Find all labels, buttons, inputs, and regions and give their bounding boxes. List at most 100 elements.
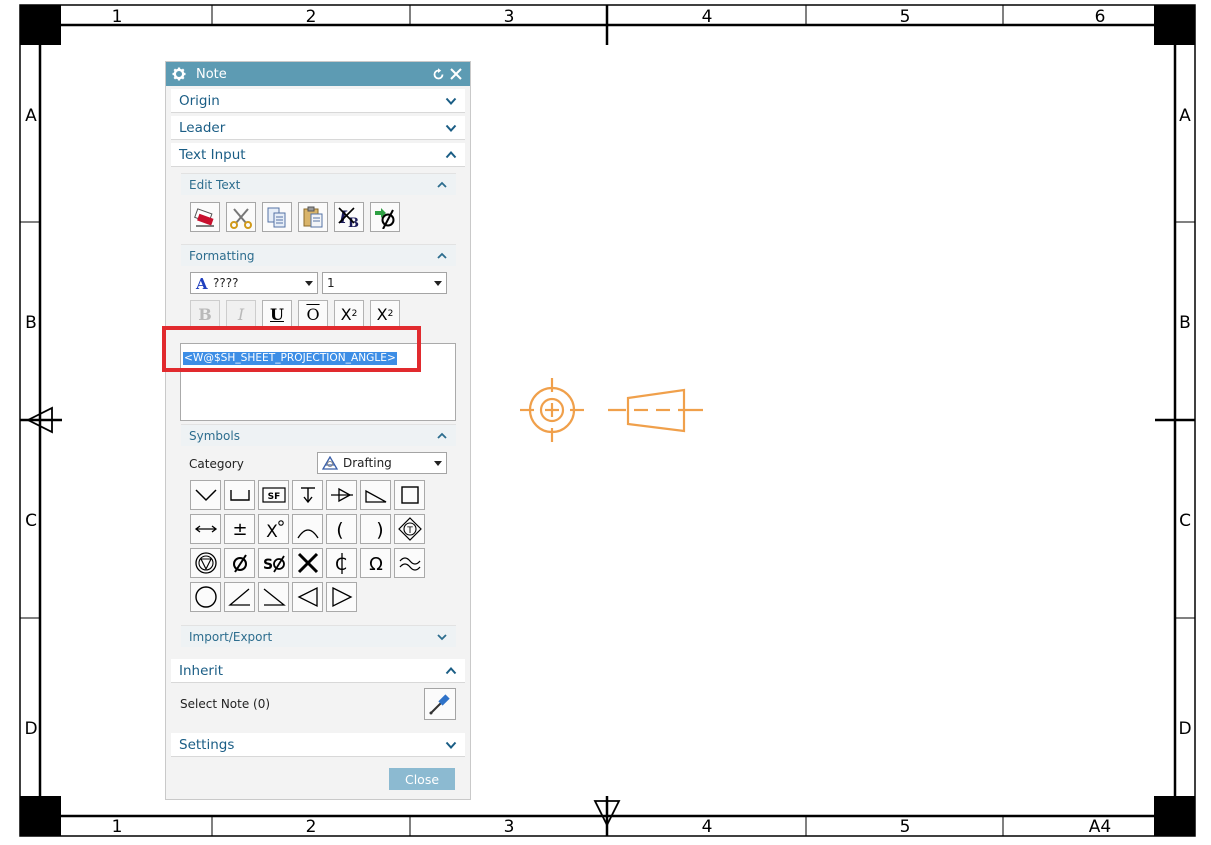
bottom-zone-4: 4: [702, 817, 713, 837]
subscript-button[interactable]: X2: [370, 300, 400, 328]
symbol-button[interactable]: T: [394, 514, 425, 544]
symbol-button[interactable]: Ω: [360, 548, 391, 578]
insert-symbol-button[interactable]: [370, 202, 400, 232]
subsection-edit-text-label: Edit Text: [189, 177, 241, 192]
symbol-button[interactable]: S: [258, 548, 289, 578]
chevron-up-icon: [437, 432, 447, 439]
symbol-button[interactable]: (: [326, 514, 357, 544]
section-settings-label: Settings: [179, 736, 235, 753]
dropdown-caret-icon: [305, 280, 313, 286]
top-zone-4: 4: [702, 7, 713, 27]
eyedropper-icon: [429, 694, 450, 715]
symbol-button[interactable]: [190, 582, 221, 612]
insert-symbol-icon: [375, 208, 395, 229]
left-zone-b: B: [25, 313, 37, 333]
dropdown-caret-icon: [434, 460, 442, 466]
approximately-icon: [399, 557, 420, 571]
note-dialog: Note Origin Leader Text Input Edit Text: [165, 61, 471, 800]
select-note-button[interactable]: [424, 688, 456, 720]
symbol-button[interactable]: ±: [224, 514, 255, 544]
section-origin-label: Origin: [179, 92, 220, 109]
symbol-button[interactable]: [224, 582, 255, 612]
section-text-input[interactable]: Text Input: [171, 143, 465, 167]
font-size-select[interactable]: 1: [322, 272, 447, 294]
clear-attributes-button[interactable]: I B: [334, 202, 364, 232]
dialog-title-bar[interactable]: Note: [166, 62, 470, 86]
top-zone-2: 2: [306, 7, 317, 27]
symbol-button[interactable]: [292, 548, 323, 578]
section-leader[interactable]: Leader: [171, 116, 465, 140]
triangle-left-icon: [297, 586, 318, 608]
superscript-mark: 2: [351, 309, 358, 319]
section-settings[interactable]: Settings: [171, 733, 465, 757]
symbol-button[interactable]: [190, 548, 221, 578]
erase-text-button[interactable]: [190, 202, 220, 232]
section-origin[interactable]: Origin: [171, 89, 465, 113]
bottom-zone-3: 3: [504, 817, 515, 837]
underline-button[interactable]: U: [262, 300, 292, 328]
symbol-button[interactable]: [394, 480, 425, 510]
svg-text:Ω: Ω: [369, 554, 383, 575]
chevron-down-icon: [437, 633, 447, 640]
font-size-value: 1: [327, 276, 335, 290]
symbol-button[interactable]: ): [360, 514, 391, 544]
reset-button[interactable]: [430, 66, 446, 82]
symbol-button[interactable]: [190, 480, 221, 510]
symbol-button[interactable]: [258, 582, 289, 612]
symbol-button[interactable]: SF: [258, 480, 289, 510]
symbol-button[interactable]: [326, 582, 357, 612]
category-select[interactable]: Drafting: [317, 452, 447, 474]
bold-button[interactable]: B: [190, 300, 220, 328]
font-select[interactable]: A ????: [190, 272, 318, 294]
right-zone-c: C: [1179, 511, 1191, 531]
left-zone-c: C: [25, 511, 37, 531]
superscript-button[interactable]: X2: [334, 300, 364, 328]
subscript-mark: 2: [387, 309, 394, 319]
symbol-button[interactable]: C: [326, 548, 357, 578]
close-parenthesis-icon: ): [376, 519, 383, 541]
symbol-button[interactable]: X: [258, 514, 289, 544]
section-inherit[interactable]: Inherit: [171, 659, 465, 683]
tangent-plane-icon: T: [397, 517, 422, 541]
symbol-button[interactable]: [360, 480, 391, 510]
subsection-formatting[interactable]: Formatting: [181, 244, 456, 266]
symbol-button[interactable]: [292, 480, 323, 510]
symbol-button[interactable]: [224, 548, 255, 578]
symbol-button[interactable]: [292, 582, 323, 612]
subsection-symbols[interactable]: Symbols: [181, 424, 456, 446]
superscript-label: X: [340, 304, 352, 324]
category-value: Drafting: [343, 456, 392, 470]
top-zone-6: 6: [1095, 7, 1106, 27]
projection-angle-symbol[interactable]: [520, 378, 703, 442]
dialog-close-button[interactable]: [448, 66, 464, 82]
close-icon: [450, 68, 462, 80]
bold-label: B: [198, 304, 212, 324]
svg-text:T: T: [406, 526, 413, 536]
close-button-label: Close: [404, 771, 440, 787]
right-zone-d: D: [1178, 719, 1191, 739]
cut-button[interactable]: [226, 202, 256, 232]
depth-icon: [300, 487, 315, 504]
font-value: ????: [213, 276, 239, 290]
symbol-button[interactable]: [190, 514, 221, 544]
symbol-button[interactable]: [394, 548, 425, 578]
overline-button[interactable]: O: [298, 300, 328, 328]
underline-label: U: [270, 304, 284, 324]
section-inherit-label: Inherit: [179, 662, 223, 679]
symbol-button[interactable]: [292, 514, 323, 544]
centerline-icon: C: [335, 553, 347, 575]
symbol-button[interactable]: [326, 480, 357, 510]
svg-text:C: C: [335, 555, 347, 575]
subsection-edit-text[interactable]: Edit Text: [181, 173, 456, 195]
bottom-zone-1: 1: [112, 817, 123, 837]
paste-button[interactable]: [298, 202, 328, 232]
subsection-import-export[interactable]: Import/Export: [181, 625, 456, 647]
font-icon: A: [195, 276, 208, 290]
italic-button[interactable]: I: [226, 300, 256, 328]
symbol-button[interactable]: [224, 480, 255, 510]
reset-icon: [433, 67, 443, 79]
copy-button[interactable]: [262, 202, 292, 232]
triangle-right-icon: [331, 586, 352, 608]
overline-label: O: [306, 304, 320, 324]
close-button[interactable]: Close: [389, 768, 455, 790]
